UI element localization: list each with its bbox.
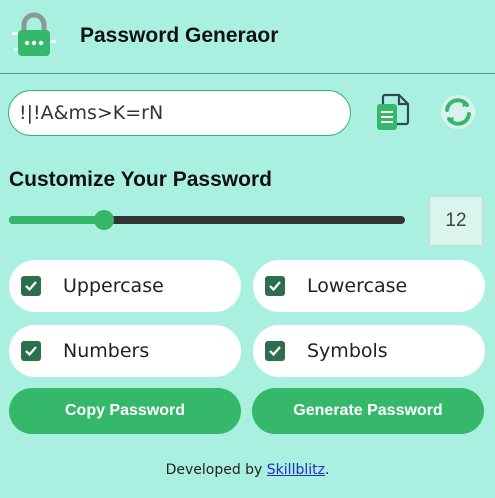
checkbox-checked-icon[interactable] (265, 341, 285, 361)
copy-document-icon[interactable] (375, 92, 411, 132)
option-uppercase[interactable]: Uppercase (9, 260, 241, 312)
app-header: Password Generaor (0, 0, 495, 74)
option-label: Uppercase (63, 275, 164, 297)
option-label: Numbers (63, 340, 150, 362)
checkbox-checked-icon[interactable] (21, 341, 41, 361)
slider-thumb[interactable] (94, 210, 114, 230)
refresh-icon[interactable] (438, 92, 478, 132)
app-title: Password Generaor (80, 24, 279, 47)
password-output-field[interactable] (8, 90, 351, 136)
checkbox-checked-icon[interactable] (21, 276, 41, 296)
checkbox-checked-icon[interactable] (265, 276, 285, 296)
footer-suffix: . (324, 462, 330, 478)
length-slider[interactable] (9, 210, 405, 230)
copy-password-button[interactable]: Copy Password (9, 388, 241, 434)
option-numbers[interactable]: Numbers (9, 325, 241, 377)
footer-prefix: Developed by (165, 462, 267, 478)
customize-heading: Customize Your Password (9, 168, 272, 191)
slider-fill (9, 216, 104, 224)
footer-credit: Developed by Skillblitz. (0, 462, 495, 478)
option-label: Lowercase (307, 275, 408, 297)
generate-password-button[interactable]: Generate Password (252, 388, 484, 434)
option-symbols[interactable]: Symbols (253, 325, 485, 377)
skillblitz-link[interactable]: Skillblitz (267, 462, 325, 478)
option-label: Symbols (307, 340, 388, 362)
padlock-icon (12, 12, 56, 56)
option-lowercase[interactable]: Lowercase (253, 260, 485, 312)
length-value: 12 (429, 196, 483, 246)
